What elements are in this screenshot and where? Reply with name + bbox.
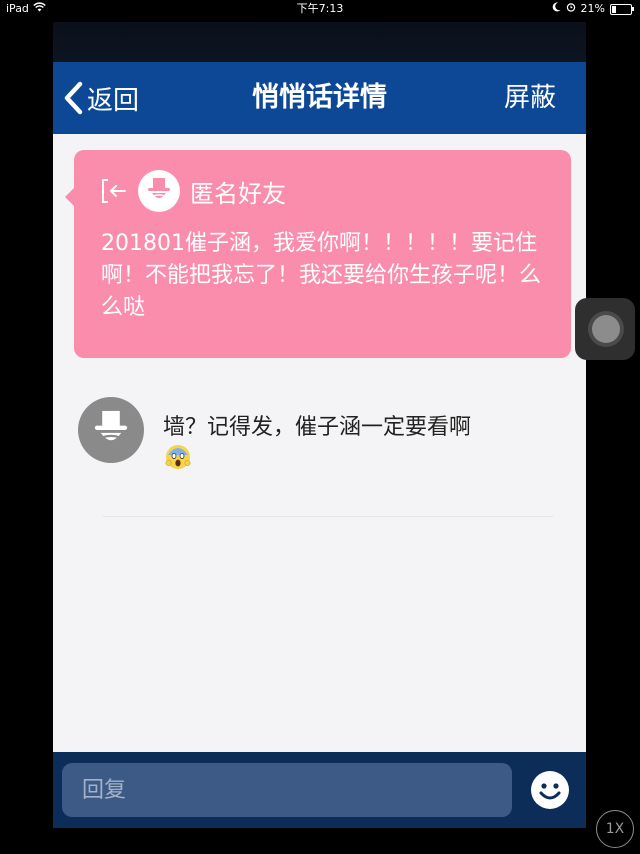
scream-emoji-icon [165,444,191,470]
top-hat-icon [94,410,128,441]
emoji-button[interactable] [530,770,570,810]
smiley-icon [531,771,569,809]
block-button[interactable]: 屏蔽 [504,62,556,134]
reply-bar [53,752,586,828]
comment-body: 墙？记得发，催子涵一定要看啊 [163,415,472,440]
battery-fill [612,5,616,13]
status-time: 下午7:13 [296,2,344,15]
divider [103,516,553,517]
message-text: 201801催子涵，我爱你啊！！！！！要记住啊！不能把我忘了！我还要给你生孩子呢… [101,231,542,320]
comment-text: 墙？记得发，催子涵一定要看啊 [163,412,503,476]
assistive-touch-button[interactable] [575,298,635,360]
message-card: 匿名好友 201801催子涵，我爱你啊！！！！！要记住啊！不能把我忘了！我还要给… [65,150,571,358]
moon-icon [552,0,561,18]
app-top-strip [53,22,586,62]
zoom-indicator[interactable]: 1X [596,810,634,848]
battery-percent: 21% [580,2,605,15]
anonymous-avatar [138,170,180,212]
app-window: 返回 悄悄话详情 屏蔽 匿名好友 201801催子涵，我爱你啊！！！！！要记住啊… [53,62,586,828]
exit-icon [100,178,128,204]
battery-icon [610,3,634,15]
message-header: 匿名好友 [100,170,286,212]
reply-input[interactable] [62,763,512,817]
comment-avatar[interactable] [78,397,144,463]
top-hat-icon [148,178,170,198]
nav-bar: 返回 悄悄话详情 屏蔽 [53,62,586,134]
alarm-icon [566,0,576,18]
status-bar: iPad 下午7:13 21% [0,0,640,18]
sender-name: 匿名好友 [190,179,286,208]
